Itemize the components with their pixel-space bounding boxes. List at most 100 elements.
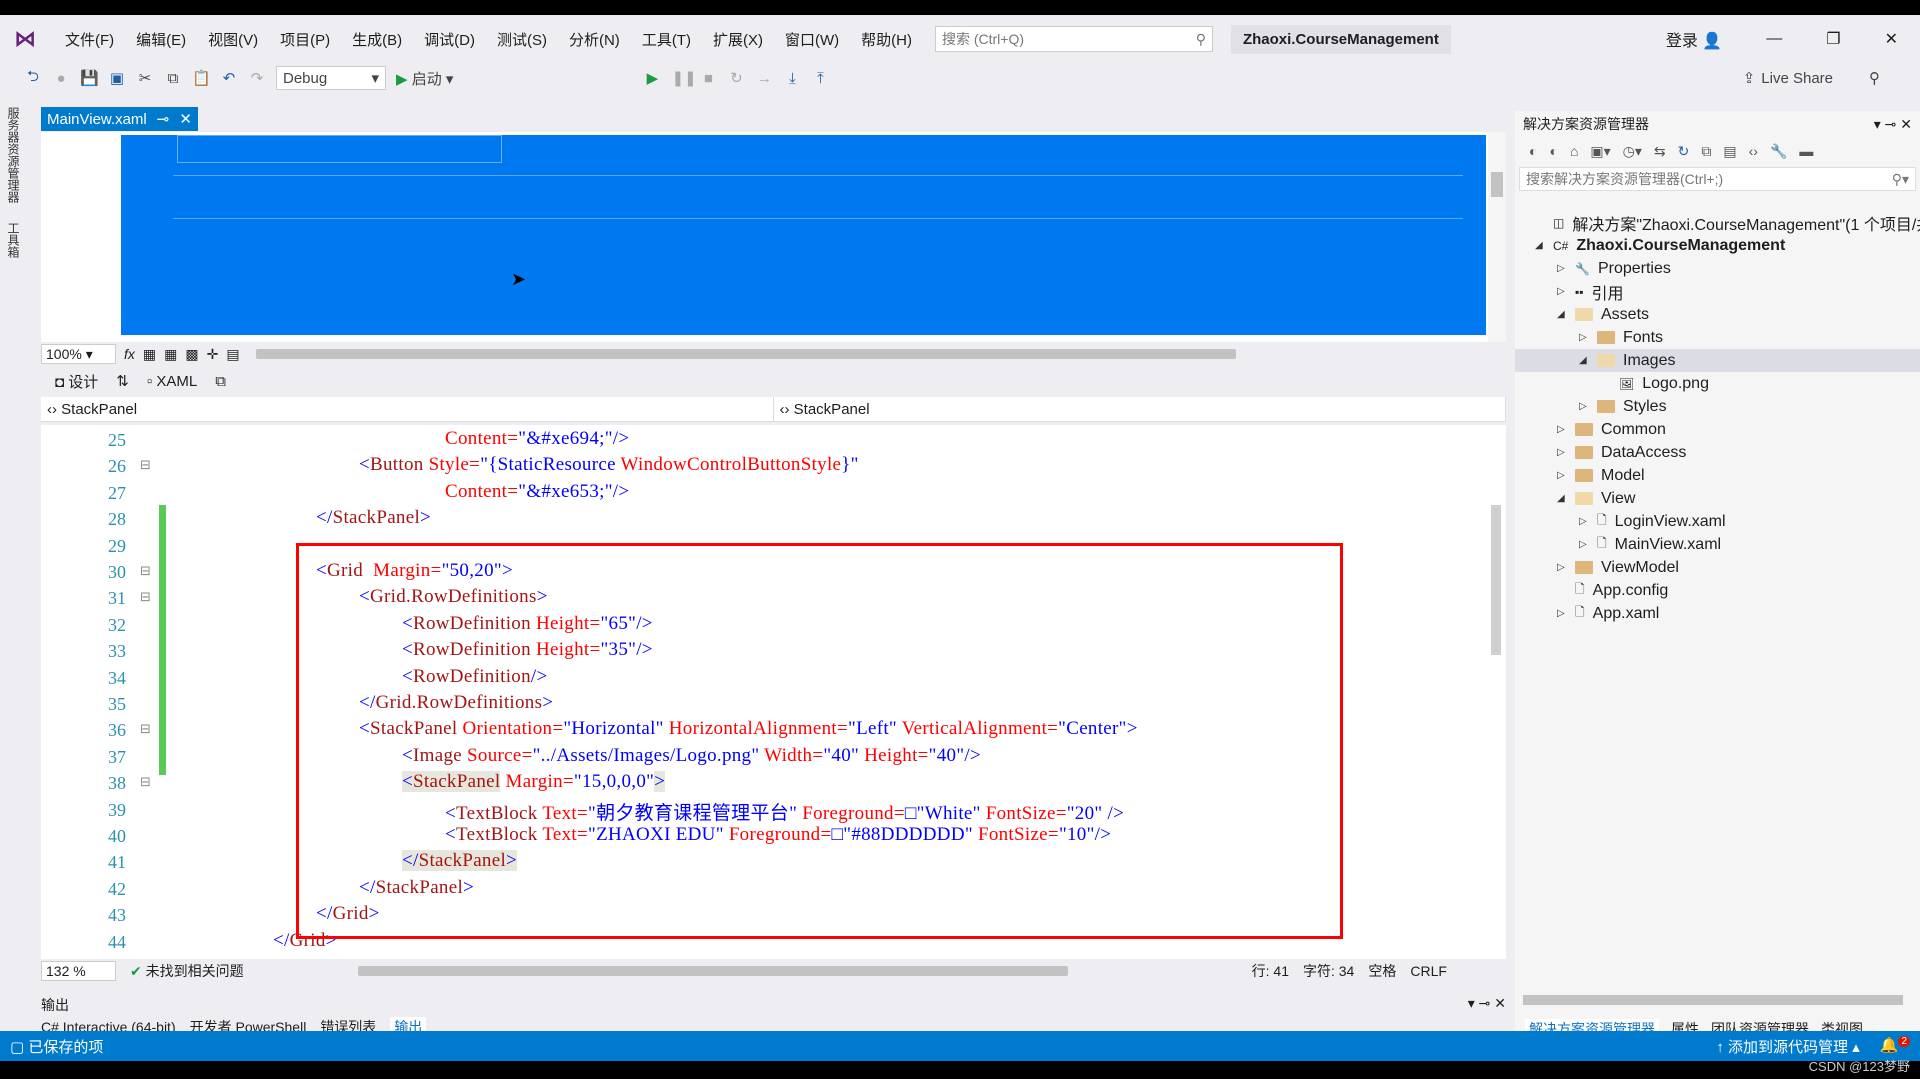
menu-item[interactable]: 项目(P) <box>269 29 341 50</box>
panel-controls[interactable]: ▾ ⊸ ✕ <box>1874 116 1912 133</box>
code-horizontal-scrollbar[interactable] <box>357 966 1068 976</box>
element-dropdown-left[interactable]: ‹› StackPanel <box>41 397 774 421</box>
fold-toggle-icon[interactable]: ⊟ <box>140 457 151 473</box>
tree-item[interactable]: 🖼 Logo.png <box>1601 372 1709 395</box>
paste-icon[interactable]: 📋 <box>192 69 211 87</box>
collapsed-arrow-icon[interactable]: ▷ <box>1579 401 1589 412</box>
save-all-icon[interactable]: ▣ <box>108 69 126 87</box>
menu-item[interactable]: 工具(T) <box>631 29 702 50</box>
collapsed-arrow-icon[interactable]: ▷ <box>1557 424 1567 435</box>
menu-item[interactable]: 文件(F) <box>54 29 125 50</box>
view-code-icon[interactable]: ‹› <box>1749 143 1758 159</box>
tree-item[interactable]: ▷ 🗋 MainView.xaml <box>1579 533 1721 556</box>
stop-icon[interactable]: ■ <box>699 70 717 87</box>
sync-icon[interactable]: ⇆ <box>1654 143 1666 160</box>
step-out-icon[interactable]: ⤒ <box>811 70 829 87</box>
menu-item[interactable]: 扩展(X) <box>702 29 774 50</box>
tree-item[interactable]: ◫ 解决方案"Zhaoxi.CourseManagement"(1 个项目/共 <box>1535 211 1920 234</box>
switch-views-icon[interactable]: ▣▾ <box>1590 143 1610 160</box>
menu-item[interactable]: 分析(N) <box>558 29 631 50</box>
fold-toggle-icon[interactable]: ⊟ <box>140 721 151 737</box>
xaml-designer[interactable]: ➤ <box>41 132 1506 342</box>
cut-icon[interactable]: ✂ <box>136 69 154 87</box>
forward-icon[interactable]: ● <box>52 70 70 87</box>
code-line[interactable]: </StackPanel> <box>316 507 431 529</box>
output-pane-controls[interactable]: ▾ ⊸ ✕ <box>1468 995 1506 1015</box>
back-icon[interactable]: ⮌ <box>24 66 42 91</box>
run-icon[interactable]: ▶ <box>643 69 661 87</box>
preview-icon[interactable]: ▬ <box>1799 143 1813 159</box>
pending-changes-icon[interactable]: ◷▾ <box>1623 143 1642 160</box>
tree-item[interactable]: ▷ DataAccess <box>1557 441 1686 464</box>
restart-icon[interactable]: ↻ <box>727 69 745 87</box>
collapsed-arrow-icon[interactable]: ▷ <box>1557 286 1567 297</box>
properties-icon[interactable]: 🔧 <box>1770 143 1787 160</box>
forward-icon[interactable]: ◐ <box>1549 143 1557 159</box>
designer-horizontal-scrollbar[interactable] <box>255 349 1236 359</box>
popout-icon[interactable]: ⧉ <box>215 373 226 390</box>
configuration-select[interactable]: Debug ▾ <box>276 66 386 90</box>
editor-zoom-select[interactable]: 132 % <box>41 961 116 981</box>
whitespace-indicator[interactable]: 空格 <box>1368 961 1396 981</box>
pin-icon[interactable]: ⊸ <box>157 110 170 128</box>
solution-horizontal-scrollbar[interactable] <box>1523 995 1903 1005</box>
grid-icon[interactable]: ▦ <box>143 346 156 363</box>
tree-item[interactable]: ▷ Model <box>1557 464 1645 487</box>
tab-mainview-xaml[interactable]: MainView.xaml ⊸ ✕ <box>41 107 198 131</box>
code-line[interactable]: <Button Style="{StaticResource WindowCon… <box>359 454 859 476</box>
device-icon[interactable]: ▤ <box>226 346 239 363</box>
tree-item[interactable]: ◢ C# Zhaoxi.CourseManagement <box>1535 234 1785 257</box>
start-button[interactable]: ▶ 启动 ▾ <box>396 68 453 89</box>
tree-item[interactable]: ▷ Styles <box>1579 395 1667 418</box>
tree-item[interactable]: ▷ 🗋 LoginView.xaml <box>1579 510 1726 533</box>
designer-zoom-select[interactable]: 100% ▾ <box>41 344 116 364</box>
login-button[interactable]: 登录 👤 <box>1666 27 1722 51</box>
add-to-source-control-button[interactable]: ↑ 添加到源代码管理 ▴ <box>1716 1036 1859 1057</box>
tree-item[interactable]: ◢ View <box>1557 487 1635 510</box>
code-line[interactable]: Content="&#xe653;"/> <box>445 481 629 503</box>
tree-item[interactable]: ▷ 🔧 Properties <box>1557 257 1671 280</box>
collapsed-arrow-icon[interactable]: ▷ <box>1579 516 1589 527</box>
code-vertical-scrollbar[interactable] <box>1491 505 1501 655</box>
checker-icon[interactable]: ▩ <box>185 346 198 363</box>
tab-xaml[interactable]: ▫ XAML <box>147 373 197 390</box>
menu-item[interactable]: 编辑(E) <box>125 29 197 50</box>
collapsed-arrow-icon[interactable]: ▷ <box>1557 263 1567 274</box>
tree-item[interactable]: ▷ Fonts <box>1579 326 1663 349</box>
expanded-arrow-icon[interactable]: ◢ <box>1557 309 1567 320</box>
undo-icon[interactable]: ↶ <box>220 69 238 87</box>
notifications-button[interactable]: 🔔 2 <box>1880 1035 1910 1057</box>
collapsed-arrow-icon[interactable]: ▷ <box>1557 470 1567 481</box>
formula-icon[interactable]: fx <box>124 346 135 362</box>
redo-icon[interactable]: ↷ <box>248 69 266 87</box>
solution-search-input[interactable]: 搜索解决方案资源管理器(Ctrl+;) ⚲▾ <box>1519 167 1916 191</box>
collapse-all-icon[interactable]: ⧉ <box>1701 143 1711 160</box>
tree-item[interactable]: ◢ Assets <box>1557 303 1649 326</box>
snap-lines-icon[interactable]: ✛ <box>207 346 219 363</box>
collapsed-arrow-icon[interactable]: ▷ <box>1557 608 1567 619</box>
tree-item[interactable]: ▷ ViewModel <box>1557 556 1679 579</box>
show-all-files-icon[interactable]: ▤ <box>1723 143 1736 160</box>
live-share-button[interactable]: ⇪ Live Share ⚲ <box>1743 63 1880 93</box>
fold-toggle-icon[interactable]: ⊟ <box>140 563 151 579</box>
tree-item[interactable]: ▷ ▪▪ 引用 <box>1557 280 1624 303</box>
step-into-icon[interactable]: ⤓ <box>783 70 801 87</box>
close-button[interactable]: ✕ <box>1885 29 1898 49</box>
fold-toggle-icon[interactable]: ⊟ <box>140 774 151 790</box>
refresh-icon[interactable]: ↻ <box>1678 143 1690 160</box>
swap-panes-icon[interactable]: ⇅ <box>116 372 129 390</box>
feedback-icon[interactable]: ⚲ <box>1869 69 1880 87</box>
menu-item[interactable]: 窗口(W) <box>774 29 850 50</box>
snap-grid-icon[interactable]: ▦ <box>164 346 177 363</box>
eol-indicator[interactable]: CRLF <box>1410 963 1447 979</box>
expanded-arrow-icon[interactable]: ◢ <box>1535 240 1545 251</box>
tab-design[interactable]: ◘ 设计 <box>55 371 98 392</box>
tree-item[interactable]: ▷ Common <box>1557 418 1666 441</box>
tree-item[interactable]: ▷ 🗋 App.xaml <box>1557 602 1659 625</box>
designer-vertical-scrollbar[interactable] <box>1488 132 1506 342</box>
server-explorer-tab[interactable]: 服务器资源管理器 <box>6 107 20 203</box>
collapsed-arrow-icon[interactable]: ▷ <box>1579 539 1589 550</box>
design-surface[interactable]: ➤ <box>121 135 1486 335</box>
tree-item[interactable]: ◢ Images <box>1515 349 1920 372</box>
save-icon[interactable]: 💾 <box>80 69 99 87</box>
